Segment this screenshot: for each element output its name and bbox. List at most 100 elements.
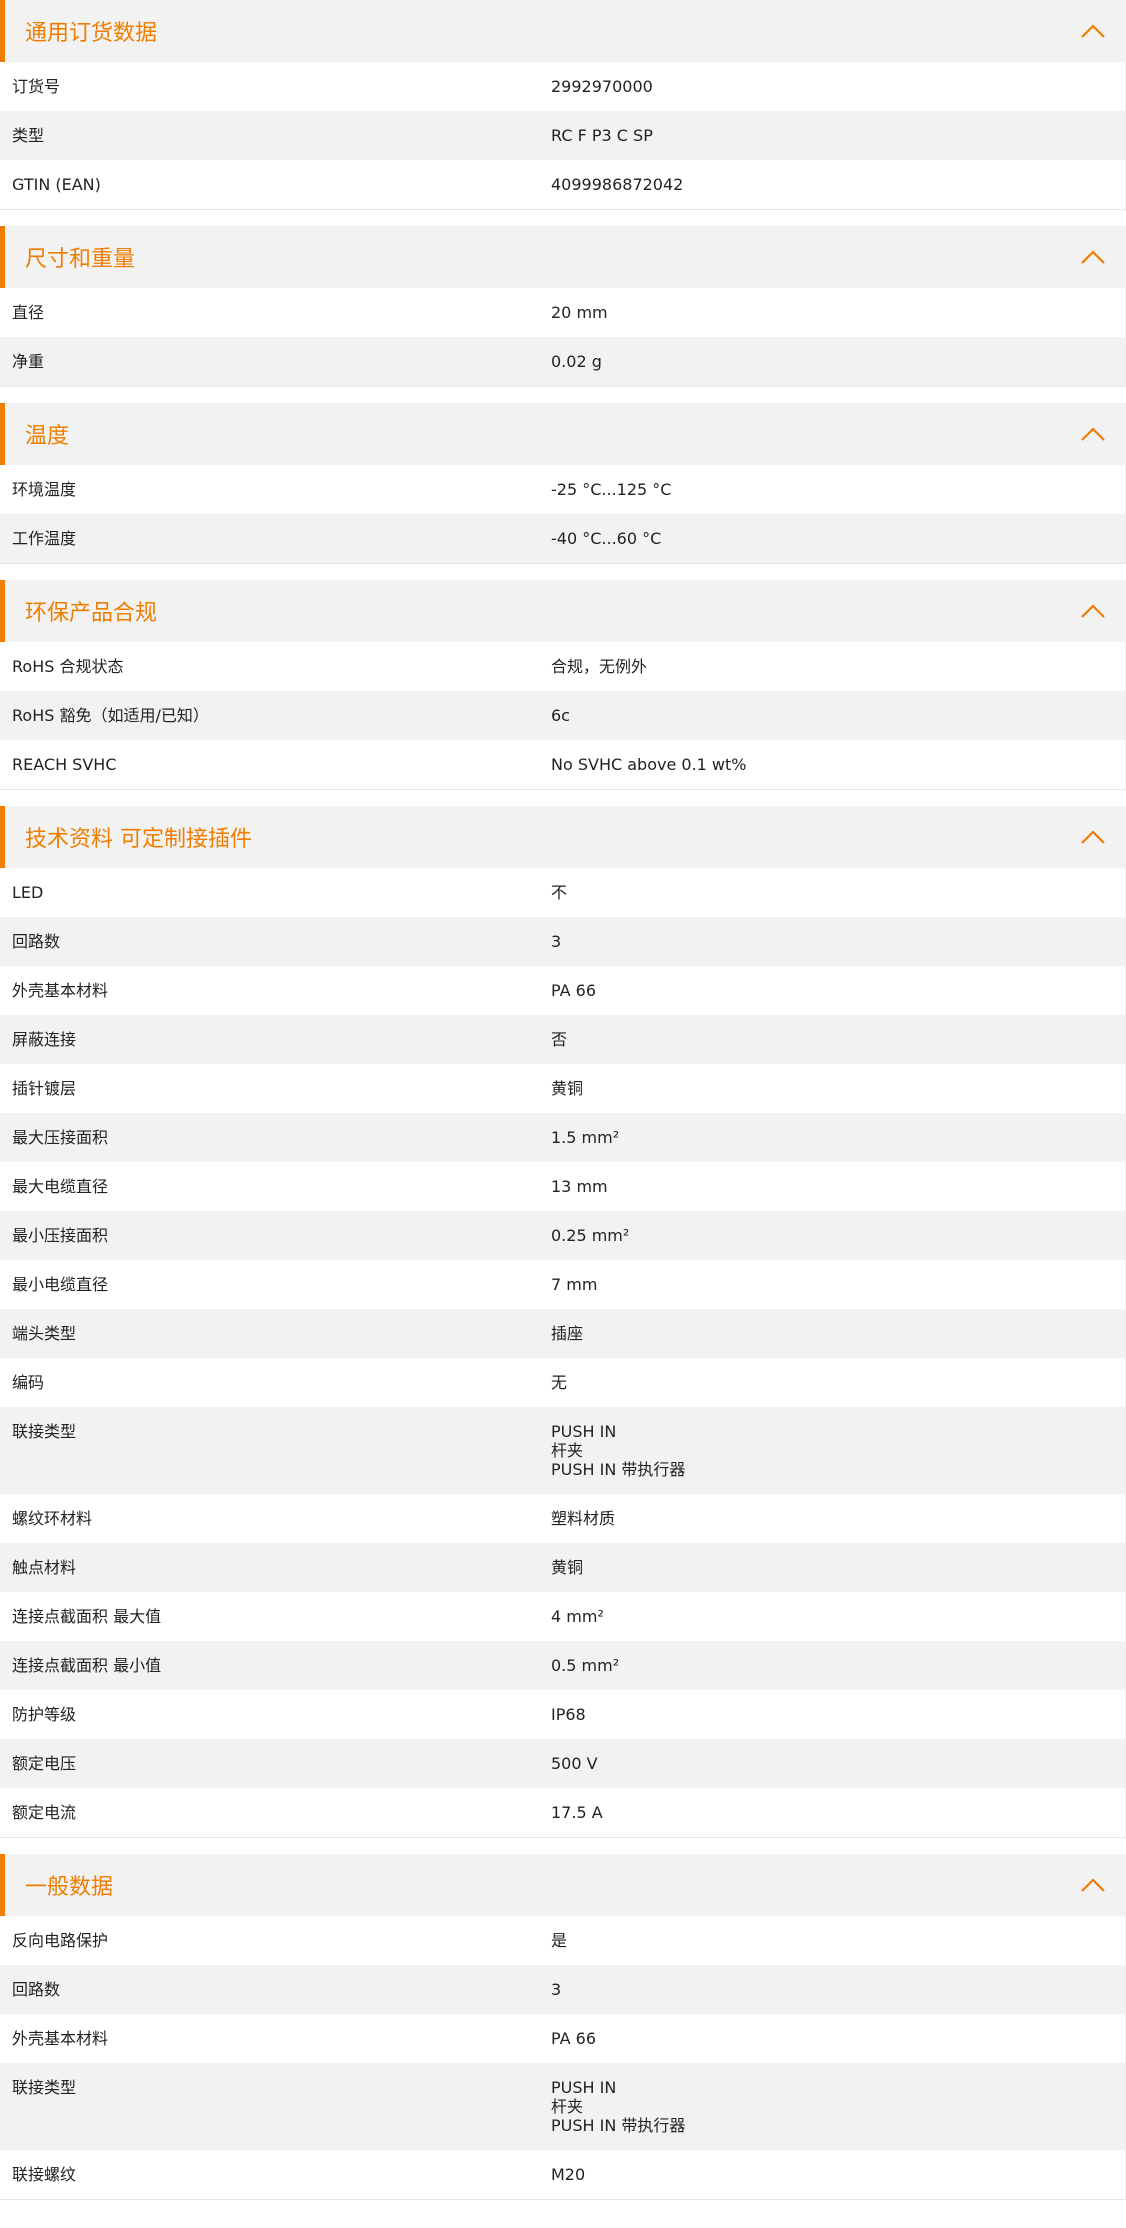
spec-row: 端头类型 插座 [0, 1309, 1126, 1358]
spec-section: 技术资料 可定制接插件 LED 不回路数 3 外壳基本材料 PA 66 屏蔽连接否插针镀层黄… [0, 806, 1126, 1838]
spec-row: 直径 20 mm [0, 288, 1126, 337]
spec-label: 联接类型 [12, 1422, 77, 1441]
spec-label: 回路数 [12, 932, 61, 951]
spec-label: LED [12, 883, 44, 902]
spec-value-line: 否 [551, 1030, 568, 1049]
spec-value: 是 [539, 1931, 1125, 1950]
spec-section: 通用订货数据 订货号 2992970000 类型 RC F P3 C SP GTIN (E… [0, 0, 1126, 210]
spec-value-line: PUSH IN [551, 1422, 617, 1441]
section-title: 技术资料 可定制接插件 [25, 827, 252, 852]
spec-label: 反向电路保护 [12, 1931, 109, 1950]
section-header-toggle[interactable]: 环保产品合规 [0, 580, 1126, 642]
spec-label: 螺纹环材料 [12, 1509, 93, 1528]
spec-label: 最小压接面积 [12, 1226, 109, 1245]
spec-row: 最大电缆直径 13 mm [0, 1162, 1126, 1211]
section-header-toggle[interactable]: 技术资料 可定制接插件 [0, 806, 1126, 868]
spec-row: REACH SVHC No SVHC above 0.1 wt% [0, 740, 1126, 789]
section-header-toggle[interactable]: 尺寸和重量 [0, 226, 1126, 288]
spec-label: 联接螺纹 [12, 2165, 77, 2184]
spec-value: 不 [539, 883, 1125, 902]
spec-row: RoHS 合规状态 合规，无例外 [0, 642, 1126, 691]
spec-label: 额定电流 [12, 1803, 77, 1822]
spec-table: 反向电路保护 是回路数 3 外壳基本材料 PA 66 联接类型 PUSH IN 杆夹 PUSH … [0, 1916, 1126, 2199]
product-data-page: 通用订货数据 订货号 2992970000 类型 RC F P3 C SP GTIN (E… [0, 0, 1126, 2200]
spec-value: 2992970000 [539, 77, 1125, 96]
spec-value: 无 [539, 1373, 1125, 1392]
spec-table: RoHS 合规状态 合规，无例外 RoHS 豁免（如适用/已知） 6c REACH SV… [0, 642, 1126, 789]
spec-value-line: 6c [551, 706, 570, 725]
spec-value-line: 合规，无例外 [551, 657, 648, 676]
section-title: 尺寸和重量 [25, 247, 136, 272]
spec-value-line: 0.5 mm² [551, 1656, 620, 1675]
spec-value: 0.02 g [539, 352, 1125, 371]
section-header-toggle[interactable]: 通用订货数据 [0, 0, 1126, 62]
spec-label: 端头类型 [12, 1324, 77, 1343]
spec-row: 联接类型 PUSH IN 杆夹 PUSH IN 带执行器 [0, 1407, 1126, 1494]
spec-value: M20 [539, 2165, 1125, 2184]
spec-value-line: 黄铜 [551, 1558, 584, 1577]
section-header-toggle[interactable]: 温度 [0, 403, 1126, 465]
spec-label: 直径 [12, 303, 45, 322]
spec-label: 编码 [12, 1373, 45, 1392]
chevron-up-icon[interactable] [1078, 1874, 1108, 1896]
spec-label: 订货号 [12, 77, 61, 96]
spec-value-line: RC F P3 C SP [551, 126, 653, 145]
spec-value: 4 mm² [539, 1607, 1125, 1626]
spec-value: 3 [539, 1980, 1125, 1999]
spec-label: RoHS 合规状态 [12, 657, 124, 676]
spec-value: 0.5 mm² [539, 1656, 1125, 1675]
spec-row: 工作温度 -40 °C...60 °C [0, 514, 1126, 563]
section-title: 温度 [25, 424, 70, 449]
spec-value: 黄铜 [539, 1558, 1125, 1577]
spec-row: 防护等级 IP68 [0, 1690, 1126, 1739]
spec-value: PA 66 [539, 2029, 1125, 2048]
spec-value-line: PA 66 [551, 2029, 597, 2048]
spec-value-line: 13 mm [551, 1177, 608, 1196]
spec-value: 1.5 mm² [539, 1128, 1125, 1147]
spec-row: 额定电流 17.5 A [0, 1788, 1126, 1837]
chevron-up-icon[interactable] [1078, 826, 1108, 848]
chevron-up-icon[interactable] [1078, 423, 1108, 445]
spec-value-line: 7 mm [551, 1275, 598, 1294]
spec-value: 17.5 A [539, 1803, 1125, 1822]
spec-section: 环保产品合规 RoHS 合规状态 合规，无例外 RoHS 豁免（如适用/已知） 6c RE… [0, 580, 1126, 790]
chevron-up-icon[interactable] [1078, 246, 1108, 268]
spec-label: 屏蔽连接 [12, 1030, 77, 1049]
spec-table: LED 不回路数 3 外壳基本材料 PA 66 屏蔽连接否插针镀层 黄铜 最大压接面积 1.5 … [0, 868, 1126, 1837]
section-title: 一般数据 [25, 1875, 114, 1900]
spec-row: 屏蔽连接 否 [0, 1015, 1126, 1064]
spec-value-line: PA 66 [551, 981, 597, 1000]
spec-value-line: 3 [551, 1980, 562, 1999]
chevron-up-icon[interactable] [1078, 600, 1108, 622]
spec-row: 插针镀层 黄铜 [0, 1064, 1126, 1113]
spec-label: 回路数 [12, 1980, 61, 1999]
spec-value: PUSH IN 杆夹 PUSH IN 带执行器 [539, 2078, 1125, 2135]
spec-value-line: 0.25 mm² [551, 1226, 630, 1245]
section-header-toggle[interactable]: 一般数据 [0, 1854, 1126, 1916]
spec-value: No SVHC above 0.1 wt% [539, 755, 1125, 774]
spec-table: 环境温度 -25 °C...125 °C 工作温度 -40 °C...60 °C [0, 465, 1126, 563]
spec-section: 一般数据 反向电路保护 是回路数 3 外壳基本材料 PA 66 联接类型 PUSH IN 杆夹 P… [0, 1854, 1126, 2200]
spec-label: 额定电压 [12, 1754, 77, 1773]
spec-label: GTIN (EAN) [12, 175, 101, 194]
spec-value: 合规，无例外 [539, 657, 1125, 676]
spec-value: 黄铜 [539, 1079, 1125, 1098]
spec-value: PUSH IN 杆夹 PUSH IN 带执行器 [539, 1422, 1125, 1479]
spec-value: 4099986872042 [539, 175, 1125, 194]
spec-label: 外壳基本材料 [12, 2029, 109, 2048]
spec-value-line: 是 [551, 1931, 568, 1950]
spec-value-line: 3 [551, 932, 562, 951]
spec-value: PA 66 [539, 981, 1125, 1000]
spec-value: 塑料材质 [539, 1509, 1125, 1528]
spec-row: 反向电路保护 是 [0, 1916, 1126, 1965]
spec-row: 额定电压 500 V [0, 1739, 1126, 1788]
spec-value: 否 [539, 1030, 1125, 1049]
spec-row: 最小压接面积 0.25 mm² [0, 1211, 1126, 1260]
spec-label: 最小电缆直径 [12, 1275, 109, 1294]
chevron-up-icon[interactable] [1078, 20, 1108, 42]
spec-value: RC F P3 C SP [539, 126, 1125, 145]
spec-label: 净重 [12, 352, 45, 371]
spec-value: 0.25 mm² [539, 1226, 1125, 1245]
spec-value-line: 0.02 g [551, 352, 602, 371]
spec-value-line: 1.5 mm² [551, 1128, 620, 1147]
